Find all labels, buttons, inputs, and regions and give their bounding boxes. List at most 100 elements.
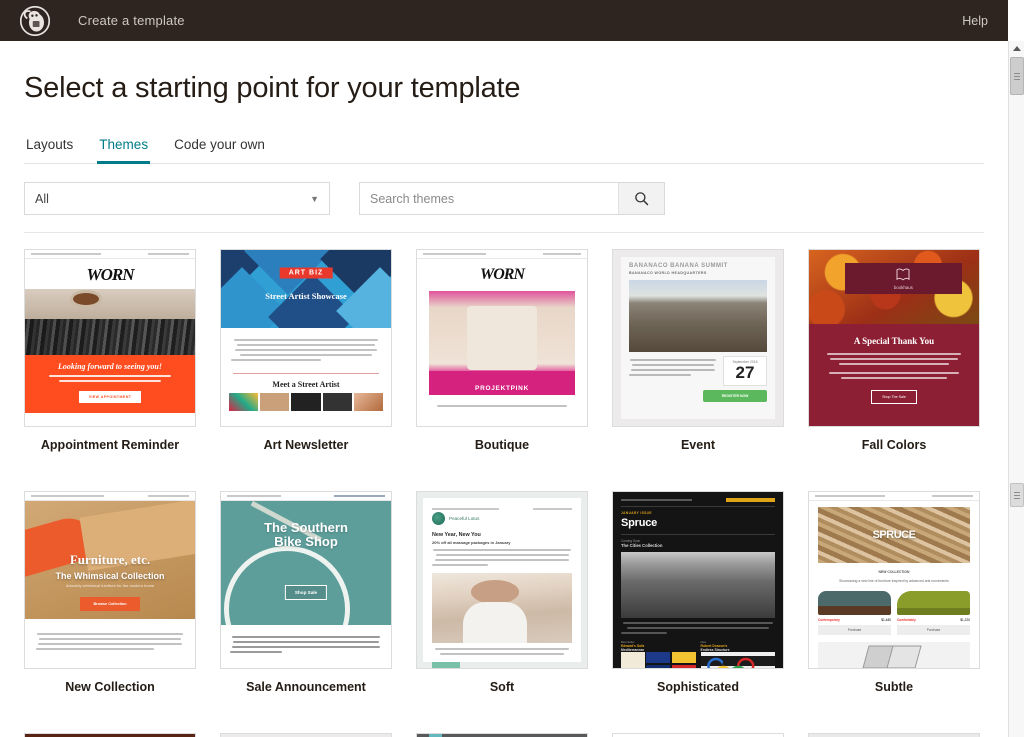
cta-button[interactable]: Browse Collection — [80, 597, 140, 611]
preheader — [809, 492, 979, 501]
hero-photo: The Southern Bike Shop Shop Sale — [221, 501, 391, 625]
tab-code-your-own[interactable]: Code your own — [172, 137, 267, 164]
scrollbar-thumb[interactable] — [1010, 57, 1024, 95]
template-thumbnail[interactable]: SPRUCE NEW COLLECTION Showcasing a new l… — [808, 491, 980, 669]
template-thumbnail[interactable]: Bananaco Banana Summit TUESDAY — [416, 733, 588, 737]
tab-bar: Layouts Themes Code your own — [24, 136, 984, 164]
subhead: The Whimsical Collection — [55, 571, 165, 581]
template-name: New Collection — [65, 680, 155, 694]
template-card[interactable]: BANANACO BANANA SUMMIT BANANACO WORLD HE… — [612, 249, 784, 475]
brand-name: bookhaus — [893, 285, 913, 291]
hero-photo: bookhaus — [809, 250, 979, 324]
triangle-up-icon — [1013, 45, 1021, 51]
logo-container[interactable] — [0, 3, 70, 38]
brand-card: bookhaus — [844, 263, 962, 295]
product-price: $1,480 — [881, 618, 891, 622]
scrollbar-grip-icon — [1014, 491, 1020, 499]
template-name: Fall Colors — [861, 438, 927, 452]
preheader — [25, 250, 195, 259]
hero-photo — [621, 552, 775, 618]
template-card[interactable]: The Southern Bike Shop Shop Sale Sale An… — [220, 491, 392, 717]
template-thumbnail[interactable]: Peaceful Lotus New Year, New You 20% off… — [416, 491, 588, 669]
product-price: $1,220 — [960, 618, 970, 622]
cta-button[interactable]: VIEW APPOINTMENT — [78, 391, 142, 403]
template-grid-row-3: BANANACO BANANA SUMMIT BANANACO WORLD HE… — [24, 733, 984, 737]
page-title: Select a starting point for your templat… — [24, 72, 521, 104]
template-card[interactable]: New York Design Summit September 14 — [612, 733, 784, 737]
template-card[interactable]: Bananaco Banana Summit TUESDAY — [416, 733, 588, 737]
preheader — [432, 505, 572, 512]
scroll-up-button[interactable] — [1009, 41, 1024, 55]
cta-button[interactable]: Shop Sale — [284, 585, 328, 601]
product-name: Comfortably — [897, 618, 916, 622]
hero-photo: SPRUCE — [818, 507, 970, 563]
template-card[interactable]: BANANACO BANANA SUMMIT BANANACO WORLD HE… — [220, 733, 392, 737]
category-select[interactable]: All ▼ — [24, 182, 330, 215]
scrollbar-grip-icon — [1014, 72, 1020, 80]
product-image — [818, 591, 891, 615]
purchase-button[interactable]: Purchase — [818, 625, 891, 635]
hero-photo: Furniture, etc. The Whimsical Collection… — [25, 501, 195, 619]
template-card[interactable]: Peaceful Lotus New Year, New You 20% off… — [416, 491, 588, 717]
template-card[interactable]: WORN Looking forward to seeing you! VIEW… — [24, 249, 196, 475]
filter-row: All ▼ — [24, 182, 1008, 215]
brand-wordmark: SPRUCE — [872, 529, 916, 541]
search-button[interactable] — [618, 183, 664, 214]
template-name: Subtle — [874, 680, 914, 694]
template-name: Soft — [489, 680, 515, 694]
template-thumbnail[interactable] — [24, 733, 196, 737]
product-image — [897, 591, 970, 615]
template-name: Appointment Reminder — [40, 438, 180, 452]
template-card[interactable]: MailChimp MailChimp Email Summit REGISTE… — [808, 733, 980, 737]
cta-button[interactable]: Shop The Sale — [871, 390, 917, 404]
tab-layouts[interactable]: Layouts — [24, 137, 75, 164]
template-thumbnail[interactable]: MailChimp MailChimp Email Summit REGISTE… — [808, 733, 980, 737]
kicker: JANUARY ISSUE — [621, 511, 652, 515]
template-card[interactable]: JANUARY ISSUE Spruce Coming Soon The Cit… — [612, 491, 784, 717]
template-card[interactable]: bookhaus A Special Thank You Shop The Sa… — [808, 249, 980, 475]
template-thumbnail[interactable]: ART BIZ Street Artist Showcase Meet a St… — [220, 249, 392, 427]
product-item[interactable]: Comfortably $1,220 Purchase — [897, 591, 970, 635]
template-thumbnail[interactable]: JANUARY ISSUE Spruce Coming Soon The Cit… — [612, 491, 784, 669]
product-name: Contemporary — [818, 618, 840, 622]
preheader — [25, 492, 195, 501]
category-select-value: All — [35, 191, 49, 206]
tab-themes[interactable]: Themes — [97, 137, 151, 164]
template-card[interactable] — [24, 733, 196, 737]
vertical-scrollbar[interactable] — [1008, 41, 1024, 737]
headline: A Special Thank You — [853, 336, 935, 346]
template-thumbnail[interactable]: New York Design Summit September 14 — [612, 733, 784, 737]
search-input[interactable] — [360, 183, 618, 214]
cta-button[interactable]: REGISTER NOW — [703, 390, 767, 402]
brand-logo: ART BIZ — [279, 267, 333, 279]
cta-button[interactable] — [432, 662, 460, 668]
search-box[interactable] — [359, 182, 665, 215]
template-card[interactable]: WORN PROJEKTPINK MEET US IN THE FITTING … — [416, 249, 588, 475]
template-name: Sophisticated — [657, 680, 739, 694]
preheader — [221, 492, 391, 501]
template-thumbnail[interactable]: WORN PROJEKTPINK MEET US IN THE FITTING … — [416, 249, 588, 427]
template-card[interactable]: Furniture, etc. The Whimsical Collection… — [24, 491, 196, 717]
template-thumbnail[interactable]: BANANACO BANANA SUMMIT BANANACO WORLD HE… — [612, 249, 784, 427]
mailchimp-freddie-logo-icon[interactable] — [18, 3, 52, 38]
template-thumbnail[interactable]: The Southern Bike Shop Shop Sale — [220, 491, 392, 669]
tagline: Showcasing a new line of furniture inspi… — [839, 579, 949, 583]
purchase-button[interactable]: Purchase — [897, 625, 970, 635]
kicker: NEW COLLECTION — [878, 570, 910, 574]
template-card[interactable]: SPRUCE NEW COLLECTION Showcasing a new l… — [808, 491, 980, 717]
template-thumbnail[interactable]: BANANACO BANANA SUMMIT BANANACO WORLD HE… — [220, 733, 392, 737]
topbar-title: Create a template — [78, 13, 185, 28]
template-card[interactable]: ART BIZ Street Artist Showcase Meet a St… — [220, 249, 392, 475]
help-link[interactable]: Help — [962, 14, 988, 28]
template-thumbnail[interactable]: Furniture, etc. The Whimsical Collection… — [24, 491, 196, 669]
scrollbar-secondary-marker[interactable] — [1010, 483, 1024, 507]
subhead: BANANACO WORLD HEADQUARTERS — [629, 271, 707, 275]
product-item[interactable]: Contemporary $1,480 Purchase — [818, 591, 891, 635]
brand-wordmark: WORN — [479, 266, 525, 283]
top-navigation-bar: Create a template Help — [0, 0, 1008, 41]
product-row: Contemporary $1,480 Purchase Comfortably… — [809, 591, 979, 635]
template-thumbnail[interactable]: WORN Looking forward to seeing you! VIEW… — [24, 249, 196, 427]
subhead: The Cities Collection — [621, 543, 663, 548]
subline: MEET US IN THE FITTING WITH OUR NEW COLL… — [461, 397, 543, 401]
template-thumbnail[interactable]: bookhaus A Special Thank You Shop The Sa… — [808, 249, 980, 427]
